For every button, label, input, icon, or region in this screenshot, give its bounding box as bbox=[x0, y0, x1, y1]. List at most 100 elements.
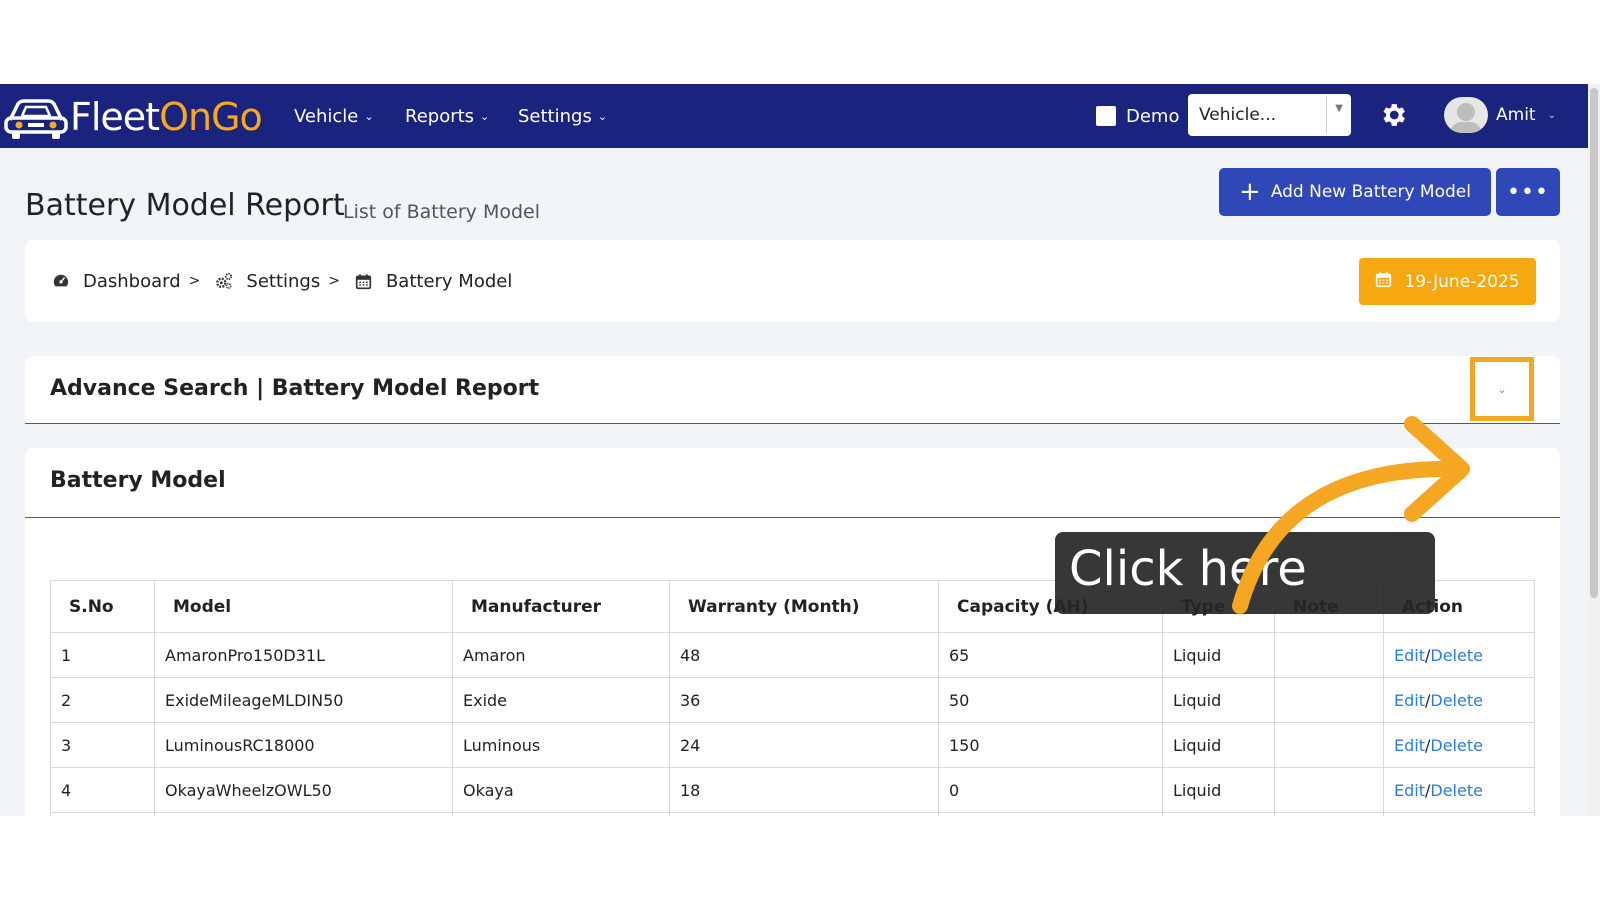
demo-label: Demo bbox=[1126, 105, 1180, 127]
cell-model: AmaronPro150D31L bbox=[154, 632, 453, 678]
cell-warranty: 24 bbox=[669, 722, 939, 768]
user-name: Amit bbox=[1496, 105, 1536, 125]
scrollbar-thumb[interactable] bbox=[1590, 88, 1598, 598]
cell-action: Edit/Delete bbox=[1383, 722, 1535, 768]
cell-type: Liquid bbox=[1162, 767, 1275, 813]
logo-text: FleetOnGo bbox=[70, 94, 263, 140]
cell-capacity: 0 bbox=[938, 767, 1163, 813]
cell-model: ExideMileageMLDIN50 bbox=[154, 677, 453, 723]
cell-manufacturer: Exide bbox=[452, 677, 670, 723]
col-manufacturer[interactable]: Manufacturer bbox=[452, 580, 670, 633]
edit-link[interactable]: Edit bbox=[1394, 691, 1425, 710]
add-new-battery-model-button[interactable]: + Add New Battery Model bbox=[1219, 168, 1491, 216]
breadcrumb-dashboard[interactable]: Dashboard bbox=[83, 271, 181, 292]
fleetongo-logo[interactable]: FleetOnGo bbox=[4, 94, 263, 140]
logo-text-ongo: OnGo bbox=[159, 95, 263, 139]
calendar-icon bbox=[354, 271, 374, 291]
tachometer-icon bbox=[51, 271, 71, 291]
date-picker-button[interactable]: 19-June-2025 bbox=[1359, 258, 1536, 305]
table-row: 2 ExideMileageMLDIN50 Exide 36 50 Liquid… bbox=[50, 677, 1535, 723]
top-navbar: FleetOnGo Vehicle ⌄ Reports ⌄ Settings ⌄ De… bbox=[0, 84, 1588, 148]
date-label: 19-June-2025 bbox=[1404, 271, 1520, 292]
table-row bbox=[50, 812, 1535, 816]
cell-capacity: 50 bbox=[938, 677, 1163, 723]
chevron-down-icon: ⌄ bbox=[597, 109, 608, 123]
page-scrollbar[interactable] bbox=[1588, 84, 1600, 816]
menu-settings[interactable]: Settings ⌄ bbox=[518, 84, 607, 148]
cell-warranty: 48 bbox=[669, 632, 939, 678]
logo-text-fleet: Fleet bbox=[70, 95, 160, 139]
table-row: 4 OkayaWheelzOWL50 Okaya 18 0 Liquid Edi… bbox=[50, 767, 1535, 813]
cell-capacity: 65 bbox=[938, 632, 1163, 678]
app-viewport: FleetOnGo Vehicle ⌄ Reports ⌄ Settings ⌄ De… bbox=[0, 84, 1588, 816]
page-title: Battery Model Report bbox=[25, 188, 345, 223]
calendar-icon bbox=[1375, 271, 1392, 293]
user-menu[interactable]: Amit ⌄ bbox=[1444, 97, 1556, 133]
menu-settings-label: Settings bbox=[518, 105, 592, 127]
cell-sno: 1 bbox=[50, 632, 155, 678]
gear-icon[interactable] bbox=[1378, 100, 1408, 130]
menu-reports-label: Reports bbox=[405, 105, 475, 127]
breadcrumb: Dashboard > Settings > Battery Model bbox=[51, 240, 512, 322]
battery-model-title: Battery Model bbox=[50, 468, 226, 493]
avatar bbox=[1444, 97, 1488, 133]
delete-link[interactable]: Delete bbox=[1430, 736, 1483, 755]
table-row: 3 LuminousRC18000 Luminous 24 150 Liquid… bbox=[50, 722, 1535, 768]
cell-sno: 2 bbox=[50, 677, 155, 723]
vehicle-select[interactable]: Vehicle... ▼ bbox=[1188, 94, 1351, 136]
cell-warranty: 36 bbox=[669, 677, 939, 723]
cell-manufacturer: Luminous bbox=[452, 722, 670, 768]
col-warranty[interactable]: Warranty (Month) bbox=[669, 580, 939, 633]
plus-icon: + bbox=[1239, 177, 1261, 207]
edit-link[interactable]: Edit bbox=[1394, 736, 1425, 755]
cell-type: Liquid bbox=[1162, 722, 1275, 768]
chevron-down-icon: ⌄ bbox=[1497, 382, 1507, 396]
menu-vehicle[interactable]: Vehicle ⌄ bbox=[294, 84, 374, 148]
chevron-right-icon: > bbox=[188, 273, 201, 289]
demo-toggle[interactable]: Demo bbox=[1096, 84, 1179, 148]
chevron-down-icon: ⌄ bbox=[364, 109, 374, 123]
chevron-down-icon: ⌄ bbox=[1547, 109, 1556, 121]
col-model[interactable]: Model bbox=[154, 580, 453, 633]
delete-link[interactable]: Delete bbox=[1430, 646, 1483, 665]
table-row: 1 AmaronPro150D31L Amaron 48 65 Liquid E… bbox=[50, 632, 1535, 678]
pointer-arrow-icon bbox=[1232, 416, 1470, 614]
battery-model-table: S.No Model Manufacturer Warranty (Month)… bbox=[50, 580, 1535, 816]
menu-vehicle-label: Vehicle bbox=[294, 105, 359, 127]
ellipsis-icon: ••• bbox=[1507, 179, 1549, 205]
cogs-icon bbox=[214, 271, 234, 291]
breadcrumb-card: Dashboard > Settings > Battery Model 19-… bbox=[25, 240, 1560, 322]
breadcrumb-settings[interactable]: Settings bbox=[246, 271, 320, 292]
cell-note bbox=[1274, 722, 1384, 768]
cell-model: LuminousRC18000 bbox=[154, 722, 453, 768]
demo-checkbox[interactable] bbox=[1096, 106, 1116, 126]
car-logo-icon bbox=[4, 99, 68, 139]
cell-manufacturer: Amaron bbox=[452, 632, 670, 678]
cell-sno: 4 bbox=[50, 767, 155, 813]
menu-reports[interactable]: Reports ⌄ bbox=[405, 84, 489, 148]
cell-action: Edit/Delete bbox=[1383, 632, 1535, 678]
edit-link[interactable]: Edit bbox=[1394, 781, 1425, 800]
delete-link[interactable]: Delete bbox=[1430, 781, 1483, 800]
edit-link[interactable]: Edit bbox=[1394, 646, 1425, 665]
vehicle-select-value: Vehicle... bbox=[1199, 105, 1277, 125]
cell-action: Edit/Delete bbox=[1383, 677, 1535, 723]
cell-capacity: 150 bbox=[938, 722, 1163, 768]
dropdown-arrow-icon: ▼ bbox=[1335, 103, 1343, 114]
cell-action: Edit/Delete bbox=[1383, 767, 1535, 813]
more-options-button[interactable]: ••• bbox=[1496, 168, 1560, 216]
select-divider bbox=[1326, 96, 1327, 134]
col-sno[interactable]: S.No bbox=[50, 580, 155, 633]
breadcrumb-battery-model: Battery Model bbox=[385, 270, 513, 292]
delete-link[interactable]: Delete bbox=[1430, 691, 1483, 710]
cell-warranty: 18 bbox=[669, 767, 939, 813]
chevron-right-icon: > bbox=[328, 273, 340, 289]
cell-note bbox=[1274, 677, 1384, 723]
add-button-label: Add New Battery Model bbox=[1270, 182, 1471, 202]
cell-note bbox=[1274, 632, 1384, 678]
cell-sno: 3 bbox=[50, 722, 155, 768]
cell-manufacturer: Okaya bbox=[452, 767, 670, 813]
cell-type: Liquid bbox=[1162, 632, 1275, 678]
cell-model: OkayaWheelzOWL50 bbox=[154, 767, 453, 813]
chevron-down-icon: ⌄ bbox=[480, 109, 490, 123]
